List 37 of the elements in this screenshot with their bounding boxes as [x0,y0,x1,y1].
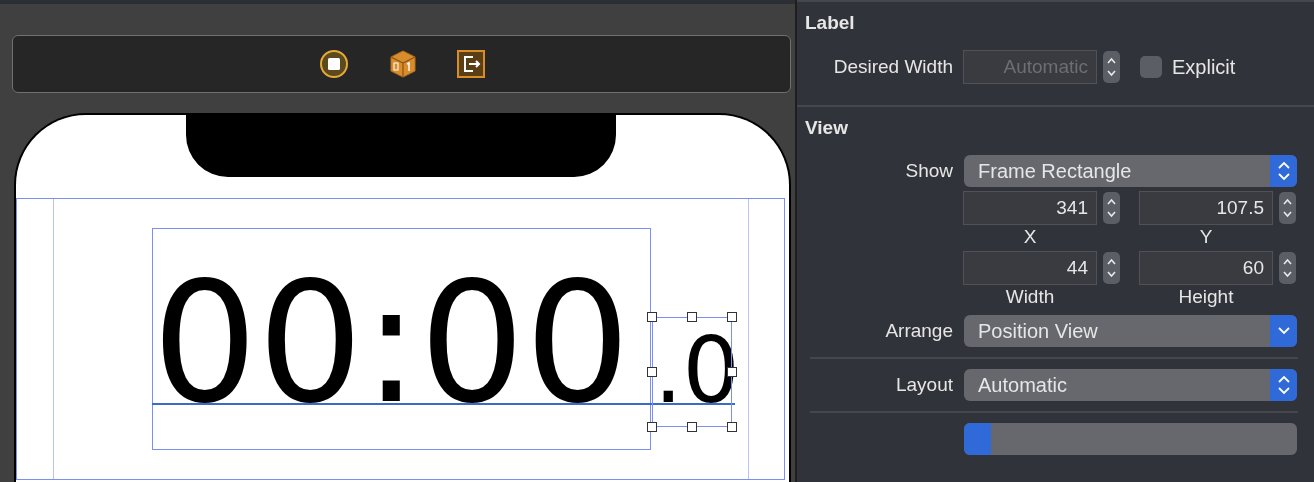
stepper[interactable] [1279,252,1296,284]
number-field[interactable]: 341 [963,191,1097,225]
resize-handle[interactable] [687,312,697,322]
stepper[interactable] [1103,192,1120,224]
popup-menu[interactable]: Automatic [964,369,1297,401]
up-down-chevron-icon [1276,374,1291,396]
field-caption: Y [1199,227,1213,247]
resize-handle[interactable] [727,312,737,322]
up-down-chevron-icon [1276,160,1291,182]
number-field[interactable]: 44 [963,251,1097,285]
resize-handle[interactable] [647,367,657,377]
resize-handle[interactable] [727,422,737,432]
popup-menu[interactable]: Frame Rectangle [964,155,1297,187]
field-label: Arrange [884,320,954,342]
resize-handle[interactable] [647,312,657,322]
stepper[interactable] [1279,192,1296,224]
field-caption: Width [1005,287,1055,307]
stepper[interactable] [1103,51,1120,83]
field-label: Show [904,160,954,182]
field-caption: Height [1178,287,1234,307]
section-title: View [805,117,849,139]
checkbox-label: Explicit [1172,55,1236,79]
field-label: Desired Width [832,56,954,78]
popup-menu[interactable]: Position View [964,315,1297,347]
resize-handle[interactable] [647,422,657,432]
stop-circle-icon[interactable] [318,49,349,79]
section-title: Label [805,12,856,34]
number-field[interactable]: 60 [1139,251,1273,285]
resize-handle[interactable] [687,422,697,432]
cube-icon[interactable] [388,49,417,79]
exit-icon[interactable] [456,49,485,79]
field-caption: X [1023,227,1037,247]
number-field[interactable]: 107.5 [1139,191,1273,225]
field-label: Layout [894,374,954,396]
explicit-checkbox[interactable] [1140,56,1162,78]
chevron-down-icon [1276,326,1291,336]
stepper[interactable] [1103,252,1120,284]
